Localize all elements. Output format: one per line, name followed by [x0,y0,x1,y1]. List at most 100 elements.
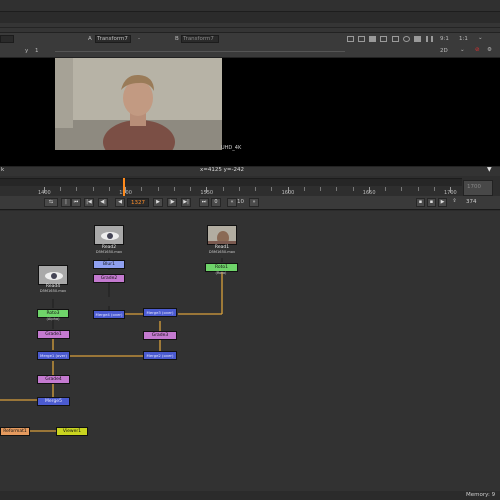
playback-mode-icon[interactable]: ▶ [438,198,447,207]
clipping-warning-icon[interactable] [369,36,376,42]
timeline-tick [92,187,94,191]
zoom-level[interactable]: 1:1 [459,36,468,42]
timeline-tick [271,187,273,191]
viewer-toolbar-bottom: y 1 2D ⌄ ⊘ ⚙ [0,45,500,58]
merge-node-c[interactable]: Merge1 (over) [37,351,70,360]
stop-render-icon[interactable]: ⊘ [475,47,480,53]
read2-thumbnail[interactable] [94,225,124,245]
timeline-tick [222,187,224,191]
step-prefix[interactable]: 0 [211,198,221,207]
last-frame-icon[interactable]: ⏭ [199,198,209,207]
timeline-tick [108,187,110,191]
input-a-label: A [88,36,92,42]
current-frame-field[interactable]: 1327 [127,198,149,207]
format-label: UHD_4K [221,145,242,151]
blur-node[interactable]: Blur1 [93,260,125,269]
viewer-layer-dropdown[interactable] [0,35,14,43]
roto3-subtitle: (Alpha) [46,317,60,321]
input-a-value: Transform7 [97,36,128,42]
refresh-icon[interactable] [403,36,410,42]
roto1-subtitle: (Roto) [215,271,227,275]
grade-node-top[interactable]: Grade2 [93,274,125,283]
zebra-icon[interactable] [414,36,421,42]
step-back-icon[interactable]: ◀| [98,198,108,207]
step-increment[interactable]: 10 [237,199,244,205]
play-backward-icon[interactable]: ◀ [115,198,125,207]
timeline-tick [238,187,240,191]
grade-node-d[interactable]: Grade4 [37,375,70,384]
viewer-frame-graphic [55,58,222,150]
timeline-tick [190,187,192,191]
input-b-value: Transform7 [183,36,214,42]
status-info: k [1,167,5,173]
read2-file: D5M1650.mov [95,250,123,254]
timeline-tick [417,187,419,191]
node-connections [0,258,223,432]
input-b-label: B [175,36,179,42]
channel-value[interactable]: 1 [35,48,39,54]
next-frame-icon[interactable]: ▶| [181,198,191,207]
read1-thumbnail[interactable] [207,225,237,245]
checkbox-overlay-icon[interactable] [380,36,387,42]
viewer-node[interactable]: Viewer1 [56,427,88,436]
prev-keyframe-icon[interactable]: ⏮ [71,198,81,207]
merge-operation-dash[interactable]: - [138,36,140,42]
merge-node-a[interactable]: Merge4 (over) [93,310,125,319]
timeline-tick [173,187,175,191]
mask-icon[interactable] [392,36,399,42]
viewer-status-bar [0,166,500,176]
timeline-tick [60,187,62,191]
chevron-down-icon[interactable]: ⌄ [478,35,483,41]
skip-forward-icon[interactable]: » [249,198,259,207]
grade-node-c[interactable]: Grade1 [37,330,70,339]
timeline-tick [303,187,305,191]
view-mode[interactable]: 2D [440,48,448,54]
timeline-tick [433,187,435,191]
first-frame-icon[interactable]: | [61,198,71,207]
viewer-settings-icon[interactable]: ⚙ [487,47,492,53]
viewer-tab-strip [0,23,500,33]
timeline-tick [401,187,403,191]
end-frame-value: 1700 [467,184,481,190]
playhead[interactable] [123,178,125,196]
play-forward-icon[interactable]: ▶ [153,198,163,207]
memory-readout: Memory: 9 [466,492,496,498]
export-icon[interactable]: ⇪ [450,198,459,207]
bounce-icon[interactable]: ▪ [427,198,436,207]
read1-file: D5M1650.mov [208,250,236,254]
prev-frame-icon[interactable]: |◀ [84,198,94,207]
view-mode-chevron-icon[interactable]: ⌄ [460,47,465,53]
node-graph[interactable]: Read2 D5M1650.mov Read1 D5M1650.mov Read… [0,211,500,491]
viewer-toolbar-top: A Transform7 - B Transform7 9:1 1:1 ⌄ [0,33,500,45]
input-a-dropdown[interactable]: Transform7 [95,35,131,43]
coordinate-readout: x=4125 y=-242 [200,167,244,173]
read4-thumbnail[interactable] [38,265,68,285]
frame-range-icon[interactable]: ⇆ [44,198,58,207]
loop-icon[interactable]: ▪ [416,198,425,207]
status-bar [0,491,500,500]
roi-icon[interactable] [347,36,354,42]
pause-icon[interactable] [426,36,433,42]
timeline-tick [157,187,159,191]
grade-node-b[interactable]: Grade3 [143,331,177,340]
viewer-image [55,58,222,150]
gain-slider-track[interactable] [55,51,345,52]
read4-file: D5M1650.mov [39,289,67,293]
merge-node-e[interactable]: Merge5 [37,397,70,406]
timeline-tick [141,187,143,191]
step-forward-icon[interactable]: |▶ [167,198,177,207]
timeline-tick [336,187,338,191]
timeline-ruler[interactable] [0,186,462,196]
triangle-down-icon[interactable]: ▼ [487,166,492,173]
safe-area-icon[interactable] [358,36,365,42]
reformat-node[interactable]: Reformat1 [0,427,30,436]
timeline-tick [320,187,322,191]
timeline-tick [76,187,78,191]
proxy-ratio[interactable]: 9:1 [440,36,449,42]
merge-node-b[interactable]: Merge3 (over) [143,308,177,317]
timeline-tick [352,187,354,191]
input-b-dropdown[interactable]: Transform7 [181,35,219,43]
merge-node-d[interactable]: Merge2 (over) [143,351,177,360]
timeline-track[interactable] [0,178,462,186]
skip-back-icon[interactable]: « [227,198,237,207]
